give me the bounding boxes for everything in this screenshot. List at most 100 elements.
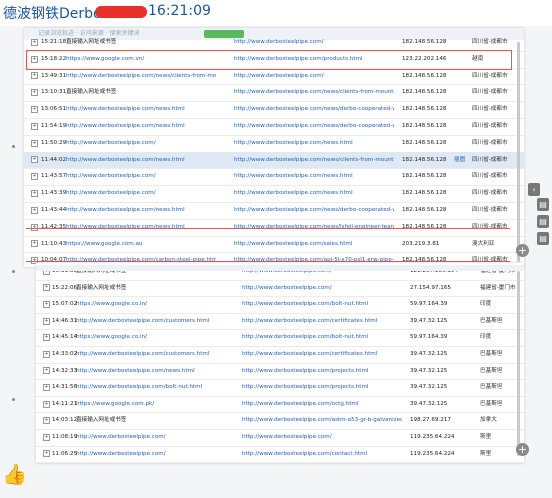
expand-icon[interactable]: + <box>31 38 38 46</box>
zoom-in-icon[interactable]: + <box>516 443 529 456</box>
table-row[interactable]: +14:33:02 http://www.derbosteelpipe.com/c… <box>36 346 524 364</box>
expand-icon[interactable]: + <box>43 450 50 458</box>
cell-page[interactable]: http://www.derbosteelpipe.com/sales.html <box>234 236 394 253</box>
cell-page[interactable]: http://www.derbosteelpipe.com/ <box>234 34 394 51</box>
expand-icon[interactable]: + <box>43 334 50 342</box>
expand-icon[interactable]: + <box>31 89 38 97</box>
cell-source[interactable]: https://www.google.com.pk/ <box>76 396 226 413</box>
table-row[interactable]: +14:45:14 https://www.google.co.in/http:/… <box>36 329 524 347</box>
cell-source[interactable]: 直接输入网址或书签 <box>66 34 216 51</box>
table-row[interactable]: +14:32:33 http://www.derbosteelpipe.com/n… <box>36 363 524 381</box>
cell-page[interactable]: http://www.derbosteelpipe.com/octg.html <box>242 396 402 413</box>
cell-page[interactable]: http://www.derbosteelpipe.com/news/clien… <box>234 152 394 169</box>
cell-page[interactable]: http://www.derbosteelpipe.com/news.html <box>234 185 394 202</box>
expand-icon[interactable]: + <box>43 383 50 391</box>
expand-icon[interactable]: + <box>43 317 50 325</box>
expand-icon[interactable]: + <box>43 400 50 408</box>
cell-page[interactable]: http://www.derbosteelpipe.com/news/derbo… <box>234 118 394 135</box>
cell-page[interactable]: http://www.derbosteelpipe.com/bolt-nut.h… <box>242 296 402 313</box>
table-row[interactable]: +11:43:57 http://www.derbosteelpipe.com/h… <box>24 168 524 187</box>
expand-icon[interactable]: + <box>43 284 50 292</box>
table-row[interactable]: +14:31:56 http://www.derbosteelpipe.com/b… <box>36 379 524 397</box>
cell-source[interactable]: http://www.derbosteelpipe.com/customers.… <box>76 313 226 330</box>
expand-icon[interactable]: + <box>31 156 38 164</box>
expand-icon[interactable]: + <box>31 122 38 130</box>
zoom-in-icon[interactable]: + <box>516 244 529 257</box>
table-row[interactable]: +11:43:39 http://www.derbosteelpipe.com/h… <box>24 185 524 203</box>
cell-source[interactable]: http://www.derbosteelpipe.com/ <box>66 135 216 152</box>
expand-icon[interactable]: + <box>31 106 38 114</box>
table-row[interactable]: +15:07:02 https://www.google.co.in/http:/… <box>36 296 524 314</box>
side-tool-icon[interactable]: ▤ <box>537 198 549 211</box>
table-row[interactable]: +14:46:31 http://www.derbosteelpipe.com/c… <box>36 313 524 331</box>
table-row[interactable]: +11:42:35 http://www.derbosteelpipe.com/n… <box>24 219 524 237</box>
cell-source[interactable]: http://www.derbosteelpipe.com/ <box>76 446 226 463</box>
side-tool-icon[interactable]: ▤ <box>537 232 549 245</box>
table-row[interactable]: +13:49:31 http://www.derbosteelpipe.com/n… <box>24 68 524 86</box>
cell-source[interactable]: http://www.derbosteelpipe.com/ <box>66 168 216 185</box>
cell-source[interactable]: http://www.derbosteelpipe.com/ <box>66 185 216 202</box>
expand-icon[interactable]: + <box>43 417 50 425</box>
expand-icon[interactable]: + <box>43 367 50 375</box>
expand-icon[interactable]: + <box>31 206 38 214</box>
cell-page[interactable]: http://www.derbosteelpipe.com/products.h… <box>234 51 394 68</box>
cell-source[interactable]: https://www.google.com.au <box>66 236 216 253</box>
cell-source[interactable]: https://www.google.co.in/ <box>76 296 226 313</box>
scrollbar[interactable] <box>517 42 520 262</box>
expand-icon[interactable]: + <box>31 240 38 248</box>
cell-page[interactable]: http://www.derbosteelpipe.com/news/lsfei… <box>234 219 394 236</box>
expand-icon[interactable]: + <box>31 139 38 147</box>
cell-page[interactable]: http://www.derbosteelpipe.com/ <box>234 68 394 85</box>
table-row[interactable]: +15:22:06 直接输入网址或书签 http://www.derbosteelp… <box>36 280 524 298</box>
scrollbar[interactable] <box>517 271 520 456</box>
cell-source[interactable]: http://www.derbosteelpipe.com/news.html <box>66 101 216 118</box>
cell-source[interactable]: http://www.derbosteelpipe.com/bolt-nut.h… <box>76 379 226 396</box>
side-tool-icon[interactable]: ▤ <box>537 215 549 228</box>
cell-source[interactable]: http://www.derbosteelpipe.com/news.html <box>76 363 226 380</box>
expand-icon[interactable]: + <box>31 223 38 231</box>
cell-page[interactable]: http://www.derbosteelpipe.com/certificat… <box>242 313 402 330</box>
table-row[interactable]: +11:54:19 http://www.derbosteelpipe.com/n… <box>24 118 524 136</box>
cell-page[interactable]: http://www.derbosteelpipe.com/ <box>242 280 402 297</box>
cell-source[interactable]: 直接输入网址或书签 <box>66 84 216 101</box>
chevron-left-icon[interactable]: ‹ <box>528 183 540 196</box>
cell-source[interactable]: http://www.derbosteelpipe.com/customers.… <box>76 346 226 363</box>
table-row[interactable]: +11:08:19 http://www.derbosteelpipe.com/h… <box>36 429 524 447</box>
table-row[interactable]: +11:43:44 http://www.derbosteelpipe.com/n… <box>24 202 524 220</box>
table-row[interactable]: +11:06:25 http://www.derbosteelpipe.com/h… <box>36 446 524 463</box>
table-row[interactable]: +14:11:21 https://www.google.com.pk/http:… <box>36 396 524 414</box>
cell-page[interactable]: http://www.derbosteelpipe.com/contact.ht… <box>242 446 402 463</box>
cell-source[interactable]: http://www.derbosteelpipe.com/news.html <box>66 202 216 219</box>
cell-source[interactable]: https://www.google.co.in/ <box>76 329 226 346</box>
cell-page[interactable]: http://www.derbosteelpipe.com/projects.h… <box>242 379 402 396</box>
cell-page[interactable]: http://www.derbosteelpipe.com/news/derbo… <box>234 101 394 118</box>
cell-page[interactable]: http://www.derbosteelpipe.com/news.html <box>234 168 394 185</box>
table-row[interactable]: +11:10:43 https://www.google.com.au http:/… <box>24 236 524 254</box>
expand-icon[interactable]: + <box>43 433 50 441</box>
cell-page[interactable]: http://www.derbosteelpipe.com/news/clien… <box>234 84 394 101</box>
cell-source[interactable]: http://www.derbosteelpipe.com/news.html <box>66 118 216 135</box>
cell-source[interactable]: http://www.derbosteelpipe.com/news/clien… <box>66 68 216 85</box>
cell-page[interactable]: http://www.derbosteelpipe.com/news.html <box>234 135 394 152</box>
cell-page[interactable]: http://www.derbosteelpipe.com/certificat… <box>242 346 402 363</box>
cell-source[interactable]: http://www.derbosteelpipe.com/news.html <box>66 152 216 169</box>
table-row[interactable]: +14:03:12 直接输入网址或书签 http://www.derbosteelp… <box>36 412 524 430</box>
cell-source[interactable]: 直接输入网址或书签 <box>76 280 226 297</box>
table-row[interactable]: +13:06:51 http://www.derbosteelpipe.com/n… <box>24 101 524 119</box>
expand-icon[interactable]: + <box>43 300 50 308</box>
cell-page[interactable]: http://www.derbosteelpipe.com/ <box>242 429 402 446</box>
table-row[interactable]: +13:10:31 直接输入网址或书签 http://www.derbosteelp… <box>24 84 524 103</box>
cell-page[interactable]: http://www.derbosteelpipe.com/projects.h… <box>242 363 402 380</box>
expand-icon[interactable]: + <box>43 350 50 358</box>
table-row[interactable]: +15:21:18 直接输入网址或书签 http://www.derbosteelp… <box>24 34 524 52</box>
expand-icon[interactable]: + <box>31 190 38 198</box>
cell-source[interactable]: 直接输入网址或书签 <box>76 412 226 429</box>
expand-icon[interactable]: + <box>31 173 38 181</box>
expand-icon[interactable]: + <box>31 72 38 80</box>
table-row[interactable]: +11:50:29 http://www.derbosteelpipe.com/h… <box>24 135 524 153</box>
cell-source[interactable]: http://www.derbosteelpipe.com/ <box>76 429 226 446</box>
cell-page[interactable]: http://www.derbosteelpipe.com/astm-a53-g… <box>242 412 402 429</box>
cell-page[interactable]: http://www.derbosteelpipe.com/news/derbo… <box>234 202 394 219</box>
expand-icon[interactable]: + <box>31 55 38 63</box>
table-row[interactable]: +11:44:02 http://www.derbosteelpipe.com/n… <box>24 151 524 170</box>
